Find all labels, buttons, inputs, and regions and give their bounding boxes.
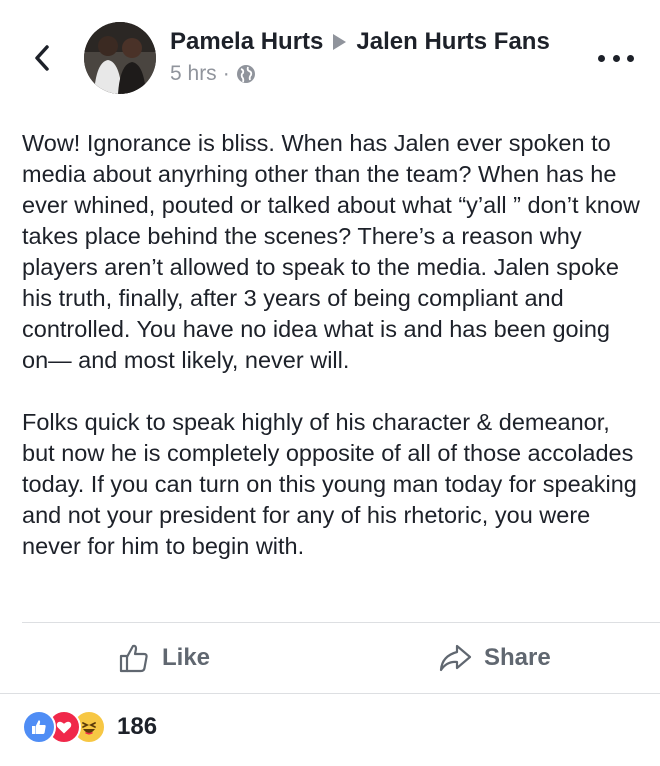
reactions-summary[interactable]: 186: [22, 710, 157, 744]
like-reaction-icon: [22, 710, 56, 744]
share-label: Share: [484, 644, 551, 671]
more-dot-icon: [598, 54, 605, 62]
like-button[interactable]: Like: [118, 623, 210, 693]
share-button[interactable]: Share: [438, 623, 551, 693]
post-paragraph: Wow! Ignorance is bliss. When has Jalen …: [22, 130, 640, 373]
post-actions: Like Share: [0, 623, 660, 693]
more-dot-icon: [627, 54, 634, 62]
thumbs-up-icon: [119, 644, 148, 673]
post-paragraph: Folks quick to speak highly of his chara…: [22, 409, 637, 559]
post-author-line: Pamela Hurts Jalen Hurts Fans: [170, 28, 550, 56]
avatar[interactable]: [84, 22, 156, 94]
author-name[interactable]: Pamela Hurts: [170, 28, 323, 56]
chevron-left-icon: [35, 45, 49, 71]
post-body: Wow! Ignorance is bliss. When has Jalen …: [22, 128, 642, 562]
like-label: Like: [162, 644, 211, 671]
divider: [0, 693, 660, 694]
post-meta: 5 hrs ·: [170, 62, 256, 86]
meta-separator: ·: [222, 62, 230, 85]
more-dot-icon: [612, 54, 620, 62]
avatar-photo: [84, 22, 156, 94]
post-header: Pamela Hurts Jalen Hurts Fans 5 hrs ·: [0, 0, 660, 110]
timestamp[interactable]: 5 hrs: [170, 62, 217, 86]
reaction-count: 186: [117, 713, 158, 740]
back-button[interactable]: [22, 38, 62, 78]
group-name[interactable]: Jalen Hurts Fans: [356, 28, 549, 56]
more-options-button[interactable]: [598, 48, 634, 68]
triangle-right-icon: [333, 34, 347, 50]
share-arrow-icon: [439, 644, 472, 672]
globe-icon: [236, 65, 255, 83]
